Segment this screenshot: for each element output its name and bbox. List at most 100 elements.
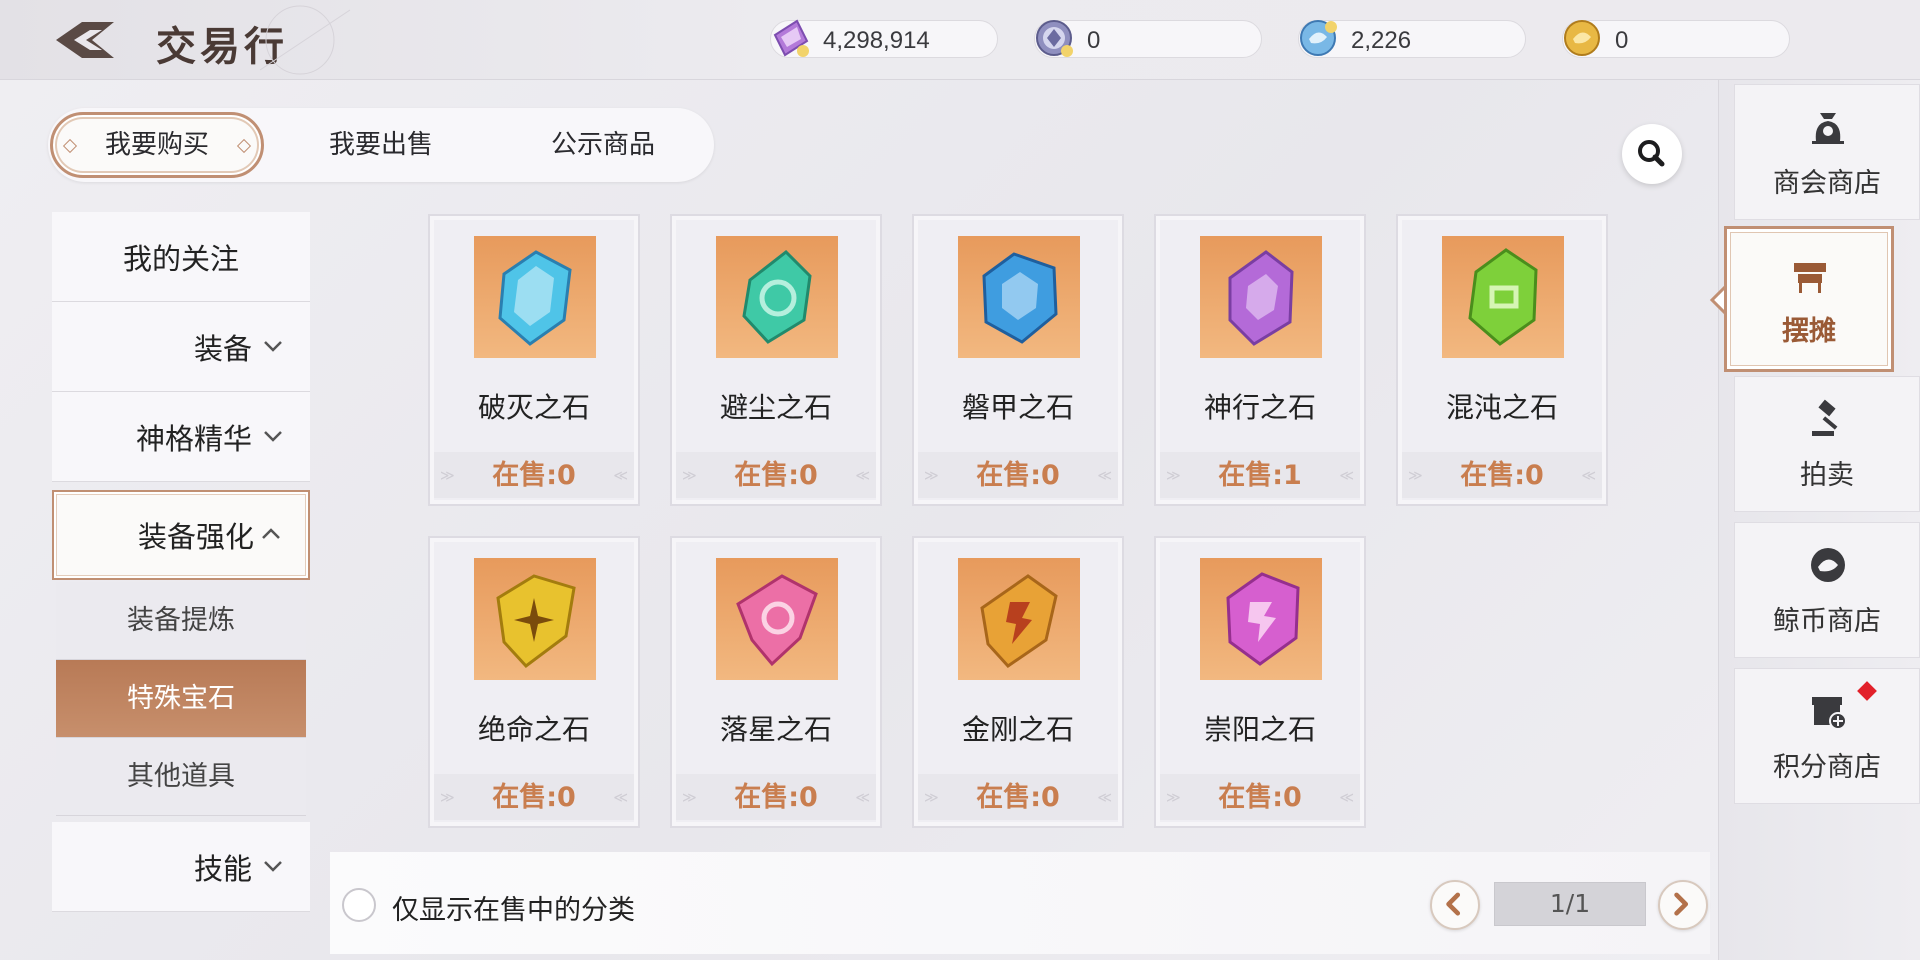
item-name: 混沌之石: [1445, 391, 1558, 424]
item-thumbnail: [1200, 236, 1322, 358]
chevron-up-icon: [262, 528, 280, 539]
gem-icon: [1228, 250, 1294, 346]
item-thumbnail: [958, 558, 1080, 680]
gem-icon: [736, 574, 818, 667]
subcategory-other-items[interactable]: 其他道具: [56, 738, 306, 816]
silver-value: 0: [1087, 27, 1101, 54]
nav-points-shop[interactable]: 积分商店: [1734, 668, 1920, 804]
item-stock: 在售:0: [1218, 782, 1302, 813]
item-name: 崇阳之石: [1203, 713, 1316, 746]
category-skills[interactable]: 技能: [52, 822, 310, 912]
market-stall-icon: [1794, 263, 1826, 293]
item-card[interactable]: 绝命之石 ≫ ≪ 在售:0: [428, 536, 640, 828]
gem-icon: [742, 250, 812, 344]
gem-icon: [1468, 248, 1538, 346]
tab-buy[interactable]: 我要购买: [50, 112, 264, 178]
chevron-right-icon: [1674, 892, 1689, 916]
item-name: 避尘之石: [719, 391, 832, 424]
gold-coin-icon: [1564, 20, 1600, 56]
item-card[interactable]: 金刚之石 ≫ ≪ 在售:0: [912, 536, 1124, 828]
purple-crystal-icon: [773, 19, 809, 57]
item-name: 落星之石: [719, 713, 832, 746]
onsale-filter-label: 仅显示在售中的分类: [392, 895, 635, 926]
nav-label: 鲸币商店: [1773, 606, 1881, 637]
gavel-icon: [1812, 399, 1838, 436]
trade-tabs: 我要购买 我要出售 公示商品: [48, 108, 714, 182]
item-name: 磐甲之石: [961, 391, 1074, 424]
item-stock: 在售:0: [734, 782, 818, 813]
chevron-left-icon: [1446, 892, 1461, 916]
item-thumbnail: [958, 236, 1080, 358]
category-equipment[interactable]: 装备: [52, 302, 310, 392]
tab-ornament-right: [236, 138, 252, 154]
category-divine-essence[interactable]: 神格精华: [52, 392, 310, 482]
currency-gold: 0: [1562, 20, 1790, 58]
search-button[interactable]: [1622, 124, 1682, 184]
item-card[interactable]: 混沌之石 ≫ ≪ 在售:0: [1396, 214, 1608, 506]
chevron-down-icon: [264, 341, 282, 352]
item-stock: 在售:0: [976, 460, 1060, 491]
crystal-value: 4,298,914: [823, 27, 930, 54]
top-bar: 交易行 4,298,914 0 2,226 0: [0, 0, 1920, 80]
gem-icon: [498, 250, 572, 346]
blue-whale-coin-icon: [1300, 20, 1337, 56]
item-card[interactable]: 破灭之石 ≫ ≪ 在售:0: [428, 214, 640, 506]
next-page-button[interactable]: [1658, 880, 1708, 930]
currency-whale: 2,226: [1298, 20, 1526, 58]
nav-guild-shop[interactable]: 商会商店: [1734, 84, 1920, 220]
item-thumbnail: [716, 558, 838, 680]
currency-silver: 0: [1034, 20, 1262, 58]
gem-icon: [980, 574, 1058, 668]
tab-public[interactable]: 公示商品: [492, 108, 714, 182]
page-indicator: 1/1: [1494, 882, 1646, 926]
tab-buy-label: 我要购买: [104, 130, 209, 160]
category-favorites[interactable]: 我的关注: [52, 212, 310, 302]
money-bag-icon: [1812, 113, 1844, 144]
item-stock: 在售:0: [492, 460, 576, 491]
nav-label: 摆摊: [1782, 316, 1836, 347]
onsale-filter-checkbox[interactable]: [342, 888, 376, 922]
whale-coin-value: 2,226: [1351, 27, 1412, 54]
prev-page-button[interactable]: [1430, 880, 1480, 930]
nav-auction[interactable]: 拍卖: [1734, 376, 1920, 512]
category-label: 技能: [193, 852, 252, 886]
item-name: 神行之石: [1203, 391, 1316, 424]
item-card[interactable]: 避尘之石 ≫ ≪ 在售:0: [670, 214, 882, 506]
item-stock: 在售:0: [1460, 460, 1544, 491]
item-thumbnail: [716, 236, 838, 358]
category-label: 装备: [193, 332, 252, 366]
subcategory-special-gems[interactable]: 特殊宝石: [56, 660, 306, 738]
category-label: 神格精华: [135, 422, 252, 456]
chevron-down-icon: [264, 431, 282, 442]
shop-plus-icon: [1812, 697, 1847, 730]
tab-public-label: 公示商品: [550, 130, 655, 160]
currency-crystal: 4,298,914: [770, 19, 998, 58]
gem-icon: [1226, 572, 1300, 666]
tab-sell[interactable]: 我要出售: [270, 108, 492, 182]
category-label: 装备强化: [137, 520, 254, 554]
nav-label: 商会商店: [1773, 168, 1881, 199]
whale-coin-icon: [1811, 548, 1845, 582]
item-card[interactable]: 落星之石 ≫ ≪ 在售:0: [670, 536, 882, 828]
nav-whale-coin-shop[interactable]: 鲸币商店: [1734, 522, 1920, 658]
gem-icon: [496, 574, 576, 669]
item-thumbnail: [1442, 236, 1564, 358]
nav-stall[interactable]: 摆摊: [1724, 226, 1894, 372]
item-name: 金刚之石: [961, 713, 1074, 746]
item-card[interactable]: 磐甲之石 ≫ ≪ 在售:0: [912, 214, 1124, 506]
nav-label: 积分商店: [1773, 752, 1881, 783]
nav-label: 拍卖: [1800, 460, 1854, 491]
subcategory-refine[interactable]: 装备提炼: [56, 582, 306, 660]
item-name: 绝命之石: [477, 713, 590, 746]
title-ornament: [259, 5, 351, 75]
category-equip-enhance[interactable]: 装备强化: [52, 490, 310, 580]
silver-coin-icon: [1036, 20, 1073, 57]
back-arrow-icon[interactable]: [52, 16, 118, 64]
item-stock: 在售:0: [976, 782, 1060, 813]
gold-coin-value: 0: [1615, 27, 1629, 54]
item-name: 破灭之石: [477, 391, 590, 424]
item-card[interactable]: 神行之石 ≫ ≪ 在售:1: [1154, 214, 1366, 506]
category-label: 我的关注: [122, 242, 239, 276]
chevron-down-icon: [264, 861, 282, 872]
item-card[interactable]: 崇阳之石 ≫ ≪ 在售:0: [1154, 536, 1366, 828]
